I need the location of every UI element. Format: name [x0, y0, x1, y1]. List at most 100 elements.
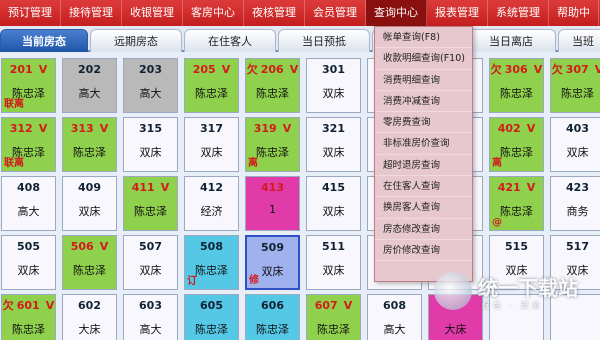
room-cell[interactable]: 413 1: [245, 176, 300, 231]
room-status-tag: 离: [492, 158, 502, 169]
room-cell[interactable]: 202 高大: [62, 58, 117, 113]
room-cell[interactable]: 511 双床: [306, 235, 361, 290]
room-number: 319 V: [246, 122, 299, 136]
room-cell[interactable]: 508 陈忠泽订: [184, 235, 239, 290]
dropdown-item-8[interactable]: 换房客人查询: [375, 197, 472, 219]
menu-item-3[interactable]: 客房中心: [183, 0, 244, 26]
room-number-text: 313: [70, 122, 94, 135]
room-cell[interactable]: 603 高大: [123, 294, 178, 340]
room-cell[interactable]: 605 陈忠泽: [184, 294, 239, 340]
dropdown-item-10[interactable]: 房价修改查询: [375, 240, 472, 262]
room-cell[interactable]: 402 V 陈忠泽离: [489, 117, 544, 172]
room-cell[interactable]: 606 陈忠泽: [245, 294, 300, 340]
room-cell[interactable]: 602 大床: [62, 294, 117, 340]
room-cell[interactable]: 203 高大: [123, 58, 178, 113]
room-occupant: 双床: [200, 146, 223, 159]
room-number-text: 317: [200, 122, 223, 135]
room-cell[interactable]: 415 双床: [306, 176, 361, 231]
room-number-text: 403: [566, 122, 589, 135]
room-number-text: 402: [497, 122, 521, 135]
room-number: 408: [2, 181, 55, 195]
room-occupant: 高大: [139, 87, 162, 100]
room-cell[interactable]: 607 V 陈忠泽: [306, 294, 361, 340]
menu-item-8[interactable]: 系统管理: [488, 0, 549, 26]
room-cell[interactable]: 319 V 陈忠泽离: [245, 117, 300, 172]
room-number-text: 606: [261, 299, 284, 312]
room-cell[interactable]: 313 V 陈忠泽: [62, 117, 117, 172]
dropdown-item-9[interactable]: 房态修改查询: [375, 219, 472, 240]
room-cell[interactable]: 315 双床: [123, 117, 178, 172]
room-occupant: 陈忠泽: [73, 264, 106, 277]
room-number-text: 307: [565, 63, 589, 76]
room-cell[interactable]: 408 高大: [1, 176, 56, 231]
dropdown-item-4[interactable]: 零房费查询: [375, 112, 472, 134]
tab-2[interactable]: 在住客人: [184, 29, 276, 52]
room-occupant: 双床: [566, 146, 589, 159]
room-cell[interactable]: 608 高大: [367, 294, 422, 340]
arrears-flag: 欠: [246, 63, 258, 76]
room-occupant: 高大: [78, 87, 101, 100]
tab-6[interactable]: 当班: [558, 29, 600, 52]
room-cell[interactable]: 409 双床: [62, 176, 117, 231]
room-number: 312 V: [2, 122, 55, 136]
room-cell[interactable]: 312 V 陈忠泽 联离: [1, 117, 56, 172]
room-cell[interactable]: 欠 307 V 陈忠泽: [550, 58, 600, 113]
room-status-tag: 联离: [4, 99, 24, 110]
room-status-tag: 离: [248, 158, 258, 169]
menu-item-6[interactable]: 查询中心: [366, 0, 427, 26]
room-cell[interactable]: 412 经济: [184, 176, 239, 231]
room-cell[interactable]: 423 商务: [550, 176, 600, 231]
menu-item-5[interactable]: 会员管理: [305, 0, 366, 26]
room-cell[interactable]: 205 V 陈忠泽: [184, 58, 239, 113]
room-cell[interactable]: 509 双床修: [245, 235, 300, 290]
room-cell[interactable]: 421 V 陈忠泽 @: [489, 176, 544, 231]
menu-item-2[interactable]: 收银管理: [122, 0, 183, 26]
arrears-flag: 欠: [551, 63, 563, 76]
room-occupant: 双床: [322, 205, 345, 218]
tab-0[interactable]: 当前房态: [0, 29, 88, 52]
dropdown-item-0[interactable]: 帐单查询(F8): [375, 27, 472, 49]
room-number-text: 506: [70, 240, 94, 253]
room-cell[interactable]: 欠 206 V 陈忠泽: [245, 58, 300, 113]
room-cell[interactable]: 201 V 陈忠泽 联离: [1, 58, 56, 113]
room-cell[interactable]: 411 V 陈忠泽: [123, 176, 178, 231]
tab-3[interactable]: 当日预抵: [278, 29, 370, 52]
room-cell[interactable]: 欠 601 V 陈忠泽: [1, 294, 56, 340]
room-occupant: 陈忠泽: [561, 87, 594, 100]
room-cell[interactable]: 505 双床: [1, 235, 56, 290]
menu-item-0[interactable]: 预订管理: [0, 0, 61, 26]
room-cell[interactable]: 321 双床: [306, 117, 361, 172]
dropdown-item-3[interactable]: 消费冲减查询: [375, 91, 472, 113]
vip-flag: V: [343, 299, 353, 312]
room-number: 313 V: [63, 122, 116, 136]
dropdown-item-7[interactable]: 在住客人查询: [375, 176, 472, 198]
room-occupant: 陈忠泽: [195, 87, 228, 100]
room-number-text: 319: [253, 122, 277, 135]
dropdown-item-1[interactable]: 收款明细查询(F10): [375, 48, 472, 70]
room-cell[interactable]: 301 双床: [306, 58, 361, 113]
room-number: 505: [2, 240, 55, 254]
tab-5[interactable]: 当日离店: [466, 29, 556, 52]
room-number-text: 205: [192, 63, 216, 76]
room-cell[interactable]: 507 双床: [123, 235, 178, 290]
room-number: 411 V: [124, 181, 177, 195]
menu-item-7[interactable]: 报表管理: [427, 0, 488, 26]
dropdown-item-6[interactable]: 超时退房查询: [375, 155, 472, 177]
tab-1[interactable]: 远期房态: [90, 29, 182, 52]
menu-item-1[interactable]: 接待管理: [61, 0, 122, 26]
room-cell[interactable]: 欠 306 V 陈忠泽: [489, 58, 544, 113]
dropdown-item-2[interactable]: 消费明细查询: [375, 70, 472, 91]
room-cell[interactable]: 506 V 陈忠泽: [62, 235, 117, 290]
room-number: 423: [551, 181, 600, 195]
room-cell[interactable]: 403 双床: [550, 117, 600, 172]
menu-item-4[interactable]: 夜核管理: [244, 0, 305, 26]
dropdown-item-5[interactable]: 非标准房价查询: [375, 133, 472, 155]
room-number: 605: [185, 299, 238, 313]
room-cell[interactable]: 317 双床: [184, 117, 239, 172]
query-center-dropdown: 帐单查询(F8) 收款明细查询(F10) 消费明细查询 消费冲减查询 零房费查询 非标准房…: [374, 26, 473, 282]
room-number-text: 203: [139, 63, 162, 76]
vip-flag: V: [533, 63, 543, 76]
room-occupant: 陈忠泽: [256, 323, 289, 336]
room-number: 413: [246, 181, 299, 195]
menu-item-9[interactable]: 帮助中: [549, 0, 599, 26]
